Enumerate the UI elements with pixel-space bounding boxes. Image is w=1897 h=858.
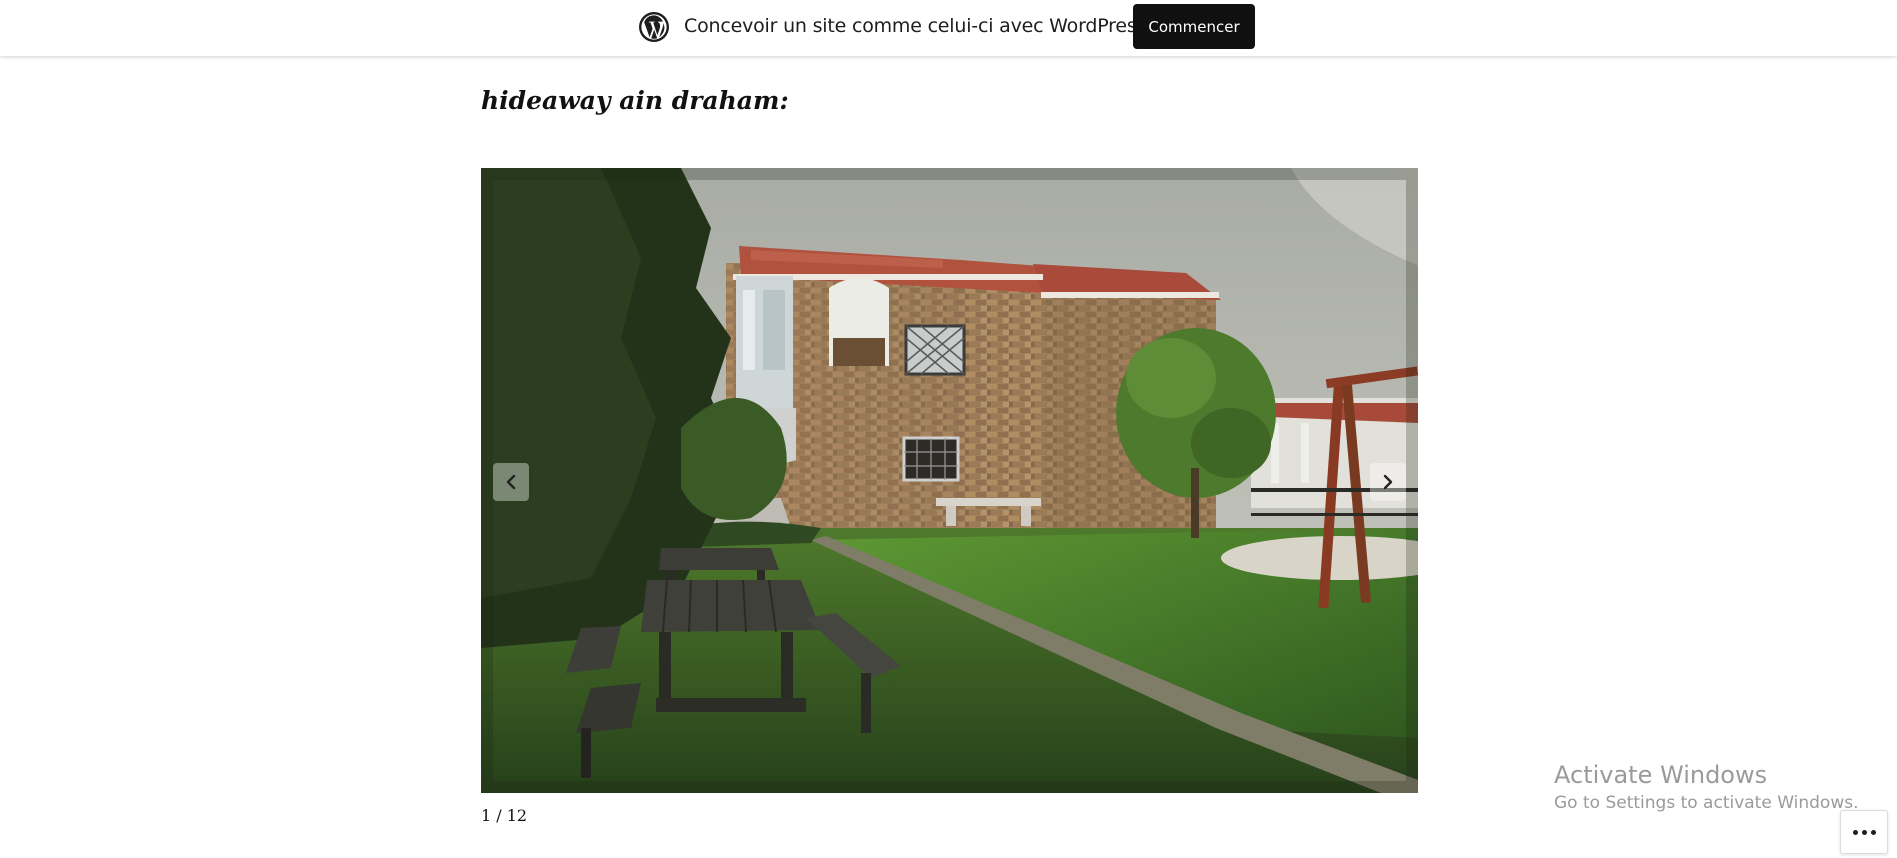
banner-promo-text[interactable]: Concevoir un site comme celui-ci avec Wo… <box>684 15 1192 37</box>
ellipsis-icon <box>1871 830 1876 835</box>
wordpress-banner: Concevoir un site comme celui-ci avec Wo… <box>0 0 1897 56</box>
post-title: hideaway ain draham: <box>481 86 789 115</box>
slideshow-prev-button[interactable] <box>493 463 529 501</box>
chevron-left-icon <box>506 474 516 490</box>
windows-activation-watermark: Activate Windows Go to Settings to activ… <box>1554 760 1859 814</box>
watermark-title: Activate Windows <box>1554 761 1768 789</box>
chevron-right-icon <box>1383 474 1393 490</box>
ellipsis-icon <box>1862 830 1867 835</box>
slide-image <box>481 168 1418 793</box>
slide-counter: 1 / 12 <box>481 806 528 825</box>
start-button[interactable]: Commencer <box>1133 4 1255 49</box>
wordpress-logo-icon[interactable] <box>638 11 670 43</box>
more-actions-button[interactable] <box>1840 810 1888 854</box>
slideshow[interactable] <box>481 168 1418 793</box>
ellipsis-icon <box>1853 830 1858 835</box>
watermark-subtitle: Go to Settings to activate Windows. <box>1554 793 1859 813</box>
slideshow-next-button[interactable] <box>1370 463 1406 501</box>
